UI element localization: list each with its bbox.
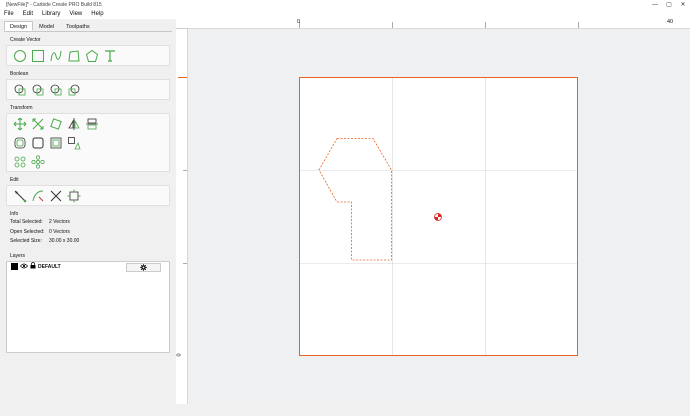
align-icon[interactable] — [83, 115, 101, 133]
boolean-heading: Boolean — [10, 71, 172, 77]
selected-size-label: Selected Size: — [10, 238, 49, 248]
tab-design[interactable]: Design — [4, 21, 33, 31]
mirror-icon[interactable] — [65, 115, 83, 133]
edit-group — [6, 185, 170, 206]
top-ruler[interactable] — [176, 19, 690, 28]
tab-model[interactable]: Model — [33, 21, 60, 31]
tab-toolpaths[interactable]: Toolpaths — [60, 21, 96, 31]
minimize-button[interactable]: — — [648, 2, 662, 8]
design-canvas[interactable]: 0 40 0 — [176, 19, 690, 414]
menu-file[interactable]: File — [4, 11, 14, 17]
layers-heading: Layers — [10, 253, 172, 259]
node-edit-icon[interactable] — [11, 187, 29, 205]
menu-view[interactable]: View — [69, 11, 82, 17]
scale-icon[interactable] — [29, 115, 47, 133]
union-icon[interactable] — [11, 81, 29, 99]
weld-icon[interactable] — [65, 81, 83, 99]
transform-group — [6, 113, 170, 172]
info-panel: Total Selected: 2 Vectors Open Selected:… — [4, 219, 172, 248]
layer-row[interactable]: DEFAULT — [7, 262, 169, 272]
canvas-svg[interactable] — [176, 19, 690, 414]
close-button[interactable]: ✕ — [676, 1, 690, 8]
circular-array-icon[interactable] — [29, 153, 47, 171]
info-heading: Info — [10, 211, 172, 217]
left-ruler[interactable] — [176, 19, 187, 404]
move-icon[interactable] — [11, 115, 29, 133]
ruler-label-top-40: 40 — [667, 19, 673, 25]
layer-name: DEFAULT — [38, 264, 61, 270]
title-bar: [NewFile]* - Carbide Create PRO Build 81… — [0, 0, 690, 9]
open-selected-label: Open Selected: — [10, 229, 49, 239]
maximize-button[interactable]: ▢ — [662, 1, 676, 8]
edit-heading: Edit — [10, 177, 172, 183]
create-vector-heading: Create Vector — [10, 37, 172, 43]
layer-color-swatch[interactable] — [11, 263, 18, 270]
info-total-selected: Total Selected: 2 Vectors — [10, 219, 172, 229]
info-open-selected: Open Selected: 0 Vectors — [10, 229, 172, 239]
menu-help[interactable]: Help — [91, 11, 103, 17]
ruler-label-left-0: 0 — [177, 353, 183, 356]
menu-edit[interactable]: Edit — [23, 11, 33, 17]
selected-size-value: 30.00 x 30.00 — [49, 238, 79, 248]
trim-icon[interactable] — [29, 187, 47, 205]
subtract-icon[interactable] — [29, 81, 47, 99]
inset-icon[interactable] — [47, 134, 65, 152]
tab-bar: Design Model Toolpaths — [4, 21, 172, 32]
window-title: [NewFile]* - Carbide Create PRO Build 81… — [0, 2, 648, 8]
curve-icon[interactable] — [47, 47, 65, 65]
polyline-icon[interactable] — [65, 47, 83, 65]
rotate-icon[interactable] — [47, 115, 65, 133]
offset-icon[interactable] — [11, 134, 29, 152]
polygon-icon[interactable] — [83, 47, 101, 65]
join-icon[interactable] — [65, 187, 83, 205]
origin-marker-icon[interactable] — [435, 214, 442, 221]
info-selected-size: Selected Size: 30.00 x 30.00 — [10, 238, 172, 248]
menu-bar: File Edit Library View Help — [0, 9, 690, 19]
create-vector-group — [6, 45, 170, 66]
lock-icon[interactable] — [30, 262, 36, 271]
layers-list: DEFAULT — [6, 261, 170, 353]
layer-settings-button[interactable] — [126, 263, 161, 272]
circle-icon[interactable] — [11, 47, 29, 65]
rectangle-icon[interactable] — [29, 47, 47, 65]
open-selected-value: 0 Vectors — [49, 229, 70, 239]
boolean-group — [6, 79, 170, 100]
left-panel: Design Model Toolpaths Create Vector Boo… — [4, 21, 172, 411]
fillet-icon[interactable] — [29, 134, 47, 152]
gear-icon — [140, 264, 147, 271]
menu-library[interactable]: Library — [42, 11, 60, 17]
text-icon[interactable] — [101, 47, 119, 65]
array-icon[interactable] — [65, 134, 83, 152]
cut-icon[interactable] — [47, 187, 65, 205]
transform-heading: Transform — [10, 105, 172, 111]
eye-icon[interactable] — [20, 263, 28, 271]
ruler-label-top-0: 0 — [297, 19, 300, 25]
total-selected-value: 2 Vectors — [49, 219, 70, 229]
total-selected-label: Total Selected: — [10, 219, 49, 229]
grid-array-icon[interactable] — [11, 153, 29, 171]
intersect-icon[interactable] — [47, 81, 65, 99]
